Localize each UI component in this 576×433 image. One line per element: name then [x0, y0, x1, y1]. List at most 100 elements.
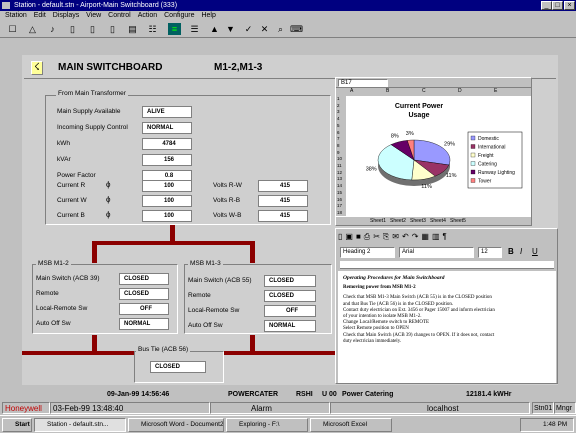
column-header[interactable]: E: [494, 88, 497, 94]
status-unit: U 00: [322, 391, 337, 398]
page-list-icon[interactable]: ▤: [126, 23, 139, 35]
sheet-tab-5[interactable]: Sheet5: [450, 217, 466, 225]
status-cat: RSHI: [296, 391, 313, 398]
row-header[interactable]: 13: [337, 176, 342, 181]
check-icon[interactable]: ✓: [242, 23, 255, 35]
value-current-w: 100: [142, 195, 192, 207]
row-header[interactable]: 2: [337, 103, 340, 108]
row-header[interactable]: 8: [337, 143, 340, 148]
value-volts-rb: 415: [258, 195, 308, 207]
busbar-top: [92, 241, 254, 245]
display-icon[interactable]: ≡: [168, 23, 181, 35]
column-header[interactable]: A: [350, 88, 353, 94]
sheet-tab-4[interactable]: Sheet4: [430, 217, 446, 225]
search-icon[interactable]: ⌕: [274, 23, 287, 35]
chart-title: Current Power: [395, 103, 444, 110]
row-header[interactable]: 1: [337, 96, 340, 101]
trend-icon[interactable]: ☷: [146, 23, 159, 35]
row-header[interactable]: 10: [337, 156, 342, 161]
station-label: Stn01: [532, 402, 554, 414]
sheet-tab-1[interactable]: Sheet1: [370, 217, 386, 225]
page-next-icon[interactable]: ▯: [106, 23, 119, 35]
menu-help[interactable]: Help: [201, 12, 215, 19]
font-size-dropdown[interactable]: 12: [478, 247, 502, 258]
bustie-value[interactable]: CLOSED: [150, 361, 206, 373]
row-header[interactable]: 17: [337, 203, 342, 208]
down-arrow-icon[interactable]: ▼: [224, 23, 237, 35]
alarm-bell-icon[interactable]: ☐: [6, 23, 19, 35]
msb13-value-local[interactable]: OFF: [264, 305, 316, 317]
page-icon[interactable]: ▯: [66, 23, 79, 35]
minimize-button[interactable]: _: [541, 1, 552, 10]
row-header[interactable]: 16: [337, 197, 342, 202]
legend-swatch: [470, 178, 476, 183]
alarm-icon[interactable]: △: [26, 23, 39, 35]
sheet-tab-3[interactable]: Sheet3: [410, 217, 426, 225]
task-word[interactable]: Microsoft Word - Document2: [128, 418, 224, 432]
menu-control[interactable]: Control: [108, 12, 131, 19]
msb13-value-remote[interactable]: CLOSED: [264, 290, 316, 302]
menu-configure[interactable]: Configure: [164, 12, 194, 19]
taskbar: Start Station - default.stn... Microsoft…: [0, 415, 576, 433]
row-header[interactable]: 11: [337, 163, 342, 168]
underline-icon[interactable]: U: [532, 247, 538, 256]
pie-chart[interactable]: Current Power Usage 29% 11% 11% 38% 8% 3% Domest…: [364, 98, 524, 202]
task-excel[interactable]: Microsoft Excel: [310, 418, 392, 432]
msb13-value-auto[interactable]: NORMAL: [264, 320, 316, 332]
menu-view[interactable]: View: [86, 12, 101, 19]
row-header[interactable]: 6: [337, 130, 340, 135]
menu-action[interactable]: Action: [138, 12, 157, 19]
alarm-indicator[interactable]: Alarm: [210, 402, 330, 414]
legend-entry: Domestic: [478, 136, 499, 142]
msb12-value-local[interactable]: OFF: [119, 303, 169, 315]
msb12-value-auto[interactable]: NORMAL: [119, 318, 169, 330]
row-header[interactable]: 15: [337, 190, 342, 195]
row-header[interactable]: 7: [337, 136, 340, 141]
doc-heading: Operating Procedures for Main Switchboar…: [343, 275, 445, 281]
menu-edit[interactable]: Edit: [34, 12, 46, 19]
display-header: ☇ MAIN SWITCHBOARD M1-2,M1-3: [24, 57, 556, 79]
msb13-label-local: Local-Remote Sw: [188, 307, 240, 314]
bold-icon[interactable]: B: [508, 247, 514, 256]
italic-icon[interactable]: I: [520, 247, 522, 256]
column-header[interactable]: B: [386, 88, 389, 94]
bell-icon[interactable]: ♪: [46, 23, 59, 35]
row-header[interactable]: 12: [337, 170, 342, 175]
column-header[interactable]: C: [422, 88, 426, 94]
start-button[interactable]: Start: [2, 418, 32, 432]
style-dropdown[interactable]: Heading 2: [340, 247, 395, 258]
word-standard-toolbar[interactable]: ▯▣■⎙✂⎘✉↶↷▦▥¶: [338, 231, 556, 244]
menu-bar: Station Edit Displays View Control Actio…: [0, 11, 576, 21]
row-header[interactable]: 4: [337, 116, 340, 121]
menu-station[interactable]: Station: [5, 12, 27, 19]
row-header[interactable]: 9: [337, 150, 340, 155]
schematic-icon[interactable]: ☰: [188, 23, 201, 35]
msb12-value-main[interactable]: CLOSED: [119, 273, 169, 285]
cell-ref-box[interactable]: B17: [338, 79, 388, 87]
value-volts-rw: 415: [258, 180, 308, 192]
up-arrow-icon[interactable]: ▲: [208, 23, 221, 35]
row-header[interactable]: 18: [337, 210, 342, 215]
value-incoming-control[interactable]: NORMAL: [142, 122, 192, 134]
pie-data-label: 11%: [421, 184, 432, 190]
row-header[interactable]: 14: [337, 183, 342, 188]
page-back-icon[interactable]: ▯: [86, 23, 99, 35]
row-header[interactable]: 5: [337, 123, 340, 128]
document-area[interactable]: Operating Procedures for Main Switchboar…: [338, 271, 556, 383]
task-explorer[interactable]: Exploring - F:\: [226, 418, 308, 432]
font-dropdown[interactable]: Arial: [399, 247, 474, 258]
task-station[interactable]: Station - default.stn...: [34, 418, 126, 432]
close-button[interactable]: ×: [564, 1, 575, 10]
sheet-tab-2[interactable]: Sheet2: [390, 217, 406, 225]
value-main-supply[interactable]: ALIVE: [142, 106, 192, 118]
row-header[interactable]: 3: [337, 109, 340, 114]
cross-icon[interactable]: ✕: [258, 23, 271, 35]
menu-displays[interactable]: Displays: [53, 12, 79, 19]
ruler[interactable]: [340, 261, 554, 269]
msb13-value-main[interactable]: CLOSED: [264, 275, 316, 287]
value-current-b: 100: [142, 210, 192, 222]
msb12-value-remote[interactable]: CLOSED: [119, 288, 169, 300]
column-header[interactable]: D: [458, 88, 462, 94]
help-icon[interactable]: ⌨: [290, 23, 303, 35]
maximize-button[interactable]: □: [552, 1, 563, 10]
